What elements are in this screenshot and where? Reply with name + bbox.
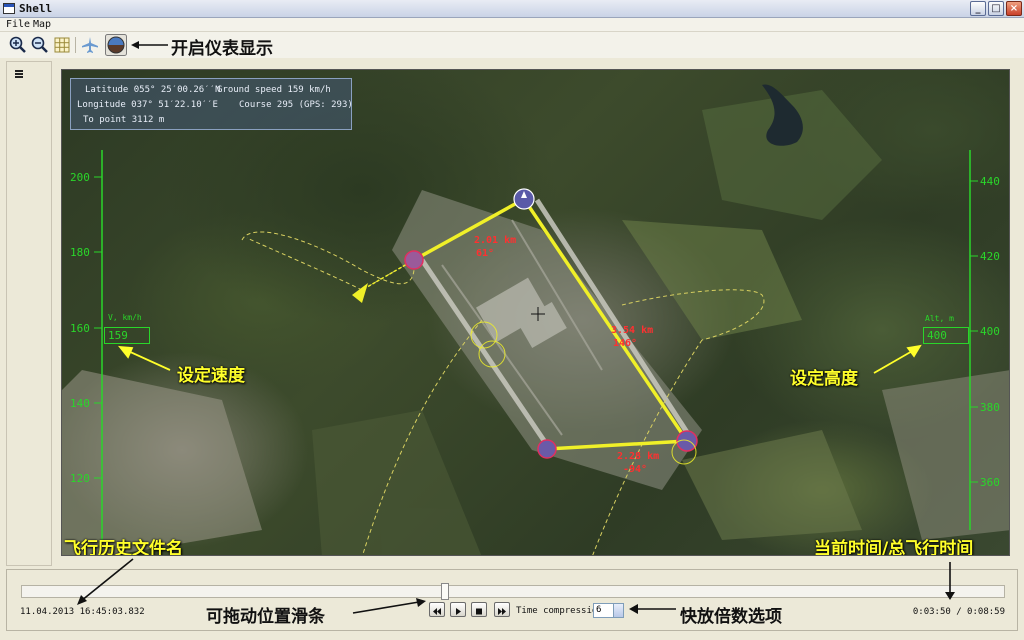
position-slider-track[interactable] — [21, 585, 1005, 598]
time-compression-spinner[interactable]: 6 — [593, 603, 624, 618]
flight-info-panel: Latitude 055° 25′00.26′′N Ground speed 1… — [70, 78, 353, 130]
arrow-icon — [629, 604, 676, 614]
arrow-icon — [945, 562, 955, 600]
leg-distance: 2.28 km — [617, 451, 660, 462]
ground-speed-text: Ground speed 159 km/h — [217, 85, 331, 95]
map-view[interactable]: Latitude 055° 25′00.26′′N Ground speed 1… — [61, 69, 1010, 556]
latitude-text: Latitude 055° 25′00.26′′N — [85, 85, 221, 95]
rewind-button[interactable] — [429, 602, 445, 617]
course-text: Course 295 (GPS: 293) — [239, 100, 353, 110]
set-altitude-annotation: 设定高度 — [790, 369, 858, 389]
leg-course: 61° — [476, 248, 495, 259]
leg-label-2: 3.54 km 146° — [611, 324, 653, 350]
map-overlay — [62, 84, 1009, 555]
arrow-icon — [352, 598, 426, 614]
stop-button[interactable] — [471, 602, 487, 617]
grid-icon[interactable] — [52, 35, 72, 55]
history-datetime: 11.04.2013 16:45:03.832 — [20, 607, 145, 617]
altitude-tick: 380 — [980, 401, 1000, 414]
speed-annotation: 快放倍数选项 — [680, 607, 782, 627]
altitude-tick: 400 — [980, 325, 1000, 338]
menu-map[interactable]: Map — [33, 19, 51, 30]
speed-tick: 180 — [70, 246, 90, 259]
to-point-text: To point 3112 m — [83, 115, 165, 125]
speed-value-box[interactable]: 159 — [104, 327, 150, 344]
altitude-tick: 440 — [980, 175, 1000, 188]
minimize-button[interactable]: _ — [970, 1, 986, 16]
title-bar: Shell _ □ × — [0, 0, 1024, 18]
leg-label-1: 2.01 km 61° — [474, 234, 516, 260]
altitude-value-box[interactable]: 400 — [923, 327, 969, 344]
window-title: Shell — [19, 2, 53, 15]
toolbar-separator — [75, 37, 76, 53]
leg-distance: 2.01 km — [474, 235, 517, 246]
close-button[interactable]: × — [1006, 1, 1022, 16]
zoom-in-icon[interactable] — [8, 35, 28, 55]
toolbar: 开启仪表显示 — [0, 32, 1024, 59]
altitude-tick: 360 — [980, 476, 1000, 489]
speed-tick: 200 — [70, 171, 90, 184]
instrument-annotation: 开启仪表显示 — [171, 39, 273, 59]
speed-tick: 160 — [70, 322, 90, 335]
left-panel — [6, 61, 52, 566]
airplane-icon[interactable] — [80, 35, 100, 55]
rewind-icon — [433, 608, 441, 615]
longitude-text: Longitude 037° 51′22.10′′E — [77, 100, 218, 110]
play-icon — [456, 608, 461, 615]
altitude-tick: 420 — [980, 250, 1000, 263]
slider-annotation: 可拖动位置滑条 — [206, 607, 325, 627]
maximize-button[interactable]: □ — [988, 1, 1004, 16]
position-slider-handle[interactable] — [441, 583, 449, 600]
speed-scale-title: V, km/h — [108, 313, 142, 322]
leg-distance: 3.54 km — [611, 325, 654, 336]
set-speed-annotation: 设定速度 — [177, 366, 245, 386]
time-compression-value: 6 — [596, 605, 602, 615]
stop-icon — [476, 608, 482, 615]
list-icon[interactable] — [15, 70, 23, 78]
fast-forward-button[interactable] — [494, 602, 510, 617]
instrument-display-icon[interactable] — [105, 34, 127, 56]
menu-bar: File Map — [0, 18, 1024, 32]
zoom-out-icon[interactable] — [30, 35, 50, 55]
speed-tick: 140 — [70, 397, 90, 410]
playback-panel: 11.04.2013 16:45:03.832 0:03:50 / 0:08:5… — [6, 558, 1018, 631]
arrow-icon — [131, 41, 168, 49]
time-annotation: 当前时间/总飞行时间 — [814, 539, 974, 556]
arrow-icon — [77, 558, 134, 605]
history-file-annotation: 飞行历史文件名 — [64, 539, 183, 556]
fast-forward-icon — [498, 608, 506, 615]
leg-course: -94° — [623, 464, 648, 475]
speed-tick: 120 — [70, 472, 90, 485]
playback-time: 0:03:50 / 0:08:59 — [912, 607, 1005, 617]
play-button[interactable] — [450, 602, 466, 617]
spinner-arrows-icon[interactable] — [613, 604, 623, 617]
app-icon — [3, 3, 15, 14]
leg-course: 146° — [613, 338, 638, 349]
menu-file[interactable]: File — [6, 19, 30, 30]
altitude-scale-title: Alt, m — [925, 314, 954, 323]
leg-label-3: 2.28 km -94° — [617, 450, 659, 476]
